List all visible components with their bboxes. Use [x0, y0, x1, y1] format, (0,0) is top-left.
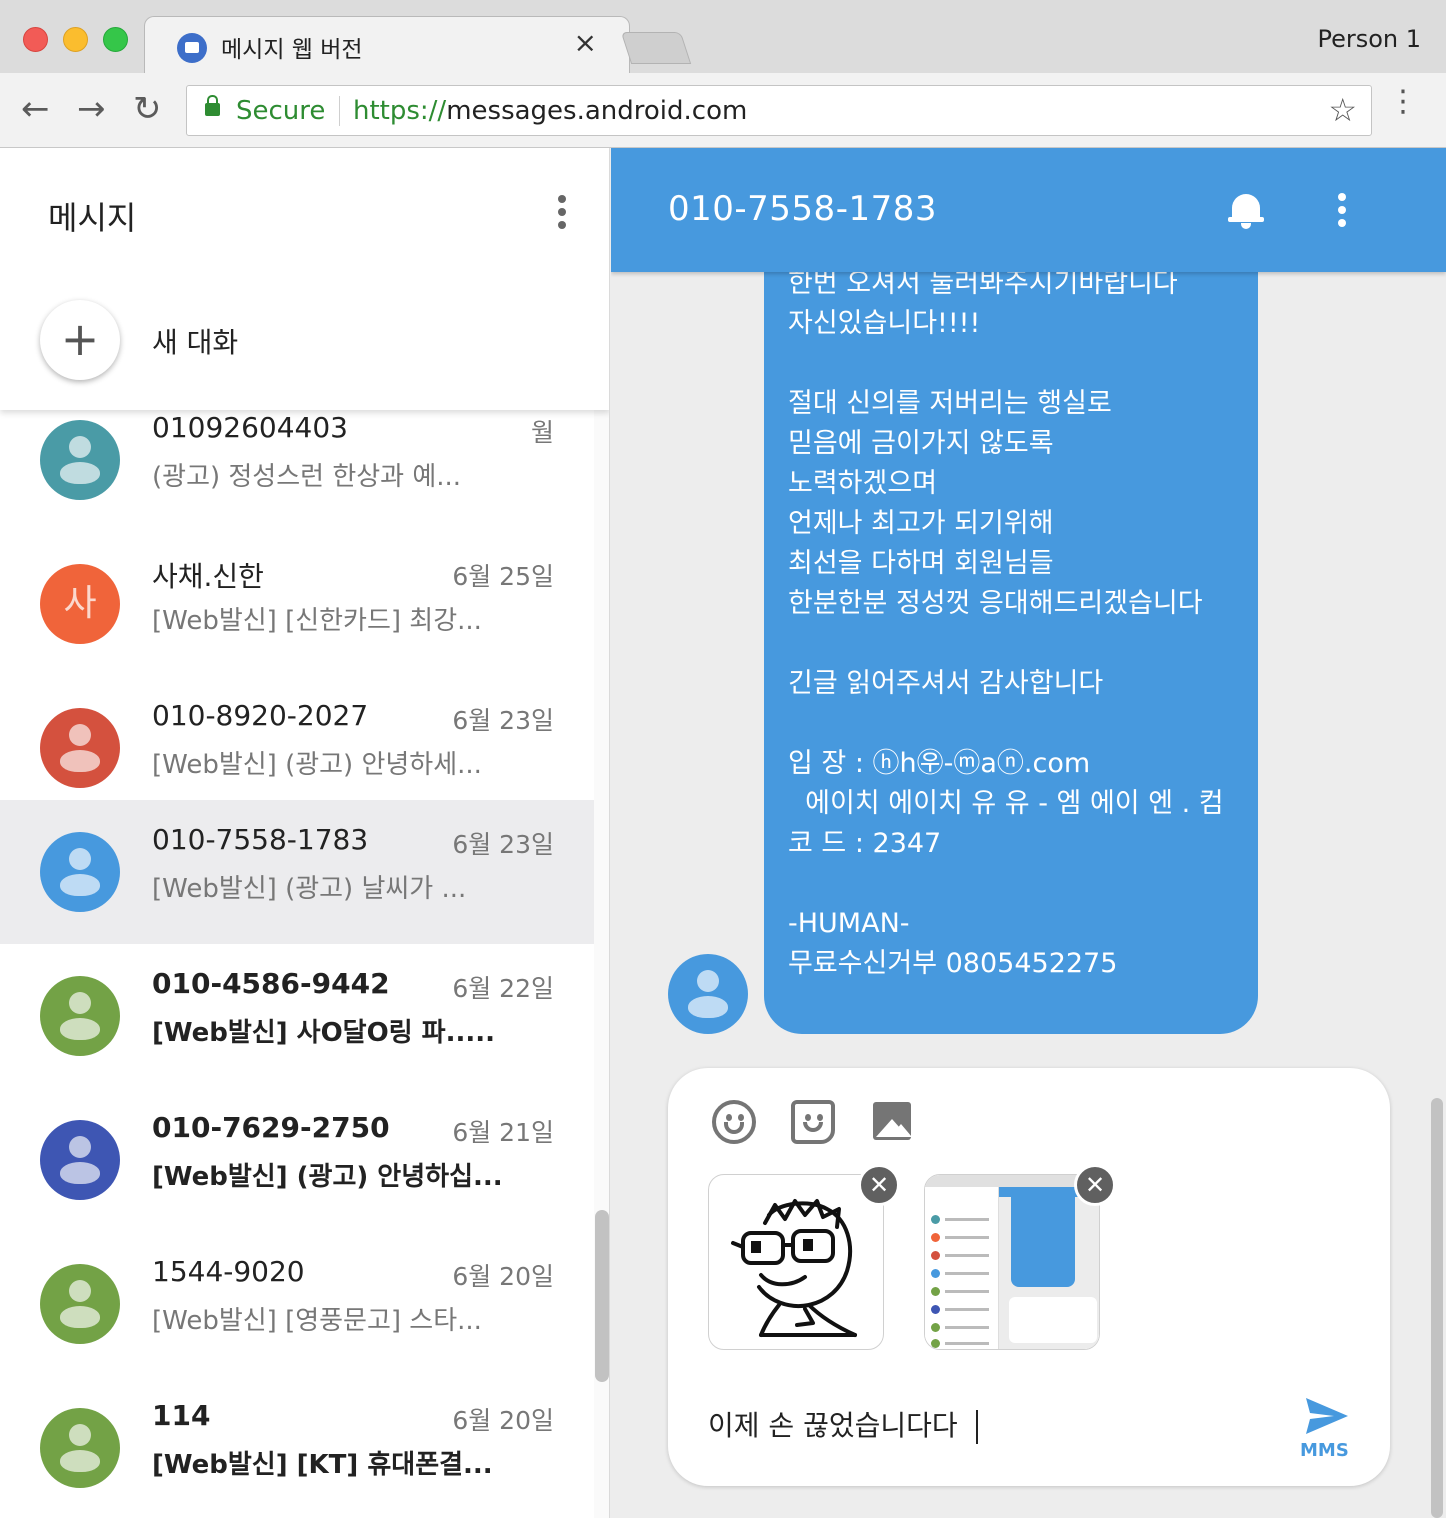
conversation-date: 6월 23일: [452, 830, 554, 859]
cartoon-face-drawing: [731, 1199, 857, 1337]
conversation-item[interactable]: 사 사채.신한 6월 25일 [Web발신] [신한카드] 최강...: [0, 532, 594, 676]
conversation-more-options-icon[interactable]: [1338, 193, 1346, 227]
conversation-item[interactable]: 010-7629-2750 6월 21일 [Web발신] (광고) 안녕하십...: [0, 1088, 594, 1232]
conversation-name: 114: [152, 1399, 211, 1432]
address-bar[interactable]: Secure https://messages.android.com ☆: [186, 85, 1372, 136]
conversation-title: 010-7558-1783: [668, 189, 937, 229]
conversation-item[interactable]: 010-8920-2027 6월 23일 [Web발신] (광고) 안녕하세...: [0, 676, 594, 820]
bookmark-star-icon[interactable]: ☆: [1328, 91, 1357, 129]
contact-avatar-icon: [40, 1120, 120, 1200]
browser-tab-active[interactable]: 메시지 웹 버전 ×: [144, 16, 630, 74]
url-text[interactable]: https://messages.android.com: [353, 96, 747, 126]
conversation-item[interactable]: 1544-9020 6월 20일 [Web발신] [영풍문고] 스타...: [0, 1232, 594, 1376]
sidebar-more-options-icon[interactable]: [558, 195, 566, 229]
sender-avatar: [668, 954, 748, 1034]
window-close-button[interactable]: [23, 27, 48, 52]
secure-label: Secure: [236, 96, 326, 126]
conversation-sidebar: 01092604403 월 (광고) 정성스런 한상과 예... 사 사채.신한 6월 2…: [0, 148, 610, 1518]
lock-icon: [205, 95, 220, 116]
conversation-snippet: [Web발신] [영풍문고] 스타...: [152, 1306, 482, 1336]
conversation-scrollbar-thumb[interactable]: [1431, 1098, 1443, 1518]
attachment-sticker-thumbnail[interactable]: [708, 1174, 884, 1350]
browser-tab-bar: 메시지 웹 버전 × Person 1: [0, 0, 1446, 74]
conversation-name: 010-4586-9442: [152, 967, 390, 1000]
reload-button[interactable]: ↻: [133, 89, 162, 129]
conversation-date: 6월 22일: [452, 974, 554, 1003]
conversation-name: 010-7629-2750: [152, 1111, 390, 1144]
conversation-snippet: [Web발신] 사O달O링 파.....: [152, 1018, 495, 1048]
conversation-item[interactable]: 114 6월 20일 [Web발신] [KT] 휴대폰결...: [0, 1376, 594, 1518]
contact-avatar-icon: [40, 1408, 120, 1488]
window-maximize-button[interactable]: [103, 27, 128, 52]
new-conversation-label[interactable]: 새 대화: [152, 321, 238, 361]
conversation-snippet: [Web발신] (광고) 안녕하십...: [152, 1162, 503, 1192]
new-conversation-button[interactable]: +: [40, 300, 120, 380]
conversation-date: 6월 23일: [452, 706, 554, 735]
forward-button[interactable]: →: [77, 89, 106, 129]
compose-draft-text: 이제 손 끊었습니다다: [708, 1409, 958, 1442]
conversation-name: 01092604403: [152, 411, 348, 444]
message-text: 회원님들을 만족시키지 않겠습니다 한번 오셔서 둘러봐주시기바랍니다 자신있습…: [788, 228, 1224, 979]
text-caret: [975, 1410, 978, 1444]
bell-icon[interactable]: [1228, 192, 1264, 229]
url-host: messages.android.com: [446, 96, 748, 126]
contact-avatar-icon: [40, 708, 120, 788]
conversation-snippet: (광고) 정성스런 한상과 예...: [152, 462, 462, 492]
sticker-icon[interactable]: [791, 1100, 835, 1144]
contact-avatar-icon: [40, 1264, 120, 1344]
conversation-name: 1544-9020: [152, 1255, 305, 1288]
image-attach-icon[interactable]: [873, 1102, 911, 1140]
emoji-icon[interactable]: [712, 1100, 756, 1144]
remove-attachment-button[interactable]: ✕: [1074, 1164, 1116, 1206]
conversation-item[interactable]: 010-7558-1783 6월 23일 [Web발신] (광고) 날씨가 ...: [0, 800, 594, 944]
conversation-snippet: [Web발신] (광고) 날씨가 ...: [152, 874, 467, 904]
conversation-snippet: [Web발신] (광고) 안녕하세...: [152, 750, 482, 780]
conversation-snippet: [Web발신] [KT] 휴대폰결...: [152, 1450, 493, 1480]
sidebar-scrollbar-thumb[interactable]: [595, 1210, 609, 1382]
conversation-date: 6월 20일: [452, 1406, 554, 1435]
browser-toolbar: ← → ↻ Secure https://messages.android.co…: [0, 73, 1446, 148]
conversation-pane: 010-7558-1783 회원님들을 만족시키지 않겠습니다 한번 오셔서 둘…: [611, 148, 1446, 1518]
compose-box: ✕ ✕ 이제 손 끊었습니다다 MMS: [668, 1068, 1390, 1486]
remove-attachment-button[interactable]: ✕: [858, 1164, 900, 1206]
conversation-name: 사채.신한: [152, 560, 264, 593]
compose-input[interactable]: 이제 손 끊었습니다다: [708, 1404, 978, 1444]
tab-title: 메시지 웹 버전: [221, 37, 363, 63]
browser-menu-button[interactable]: ⋮: [1388, 87, 1418, 117]
message-bubble[interactable]: 회원님들을 만족시키지 않겠습니다 한번 오셔서 둘러봐주시기바랍니다 자신있습…: [764, 228, 1258, 1034]
profile-button[interactable]: Person 1: [1317, 25, 1421, 53]
new-tab-button[interactable]: [620, 32, 692, 64]
messages-favicon-icon: [177, 33, 207, 63]
address-separator: [339, 96, 340, 126]
send-icon[interactable]: [1304, 1396, 1350, 1436]
conversation-date: 월: [530, 418, 554, 447]
url-scheme: https://: [353, 96, 447, 126]
contact-letter-avatar: 사: [40, 564, 120, 644]
avatar-letter: 사: [63, 583, 97, 624]
conversation-date: 6월 21일: [452, 1118, 554, 1147]
send-mms-label[interactable]: MMS: [1300, 1440, 1349, 1461]
sidebar-title: 메시지: [48, 199, 137, 237]
conversation-item[interactable]: 010-4586-9442 6월 22일 [Web발신] 사O달O링 파.....: [0, 944, 594, 1088]
tab-close-button[interactable]: ×: [574, 29, 597, 57]
conversation-name: 010-8920-2027: [152, 699, 369, 732]
conversation-date: 6월 25일: [452, 562, 554, 591]
conversation-snippet: [Web발신] [신한카드] 최강...: [152, 606, 482, 636]
back-button[interactable]: ←: [21, 89, 50, 129]
attachment-screenshot-thumbnail[interactable]: [924, 1174, 1100, 1350]
sidebar-header: 메시지 + 새 대화: [0, 148, 609, 410]
conversation-header: 010-7558-1783: [611, 148, 1446, 272]
contact-avatar-icon: [40, 420, 120, 500]
window-minimize-button[interactable]: [63, 27, 88, 52]
contact-avatar-icon: [40, 976, 120, 1056]
conversation-date: 6월 20일: [452, 1262, 554, 1291]
contact-avatar-icon: [40, 832, 120, 912]
screenshot-preview-image: [925, 1175, 1099, 1349]
conversation-name: 010-7558-1783: [152, 823, 369, 856]
